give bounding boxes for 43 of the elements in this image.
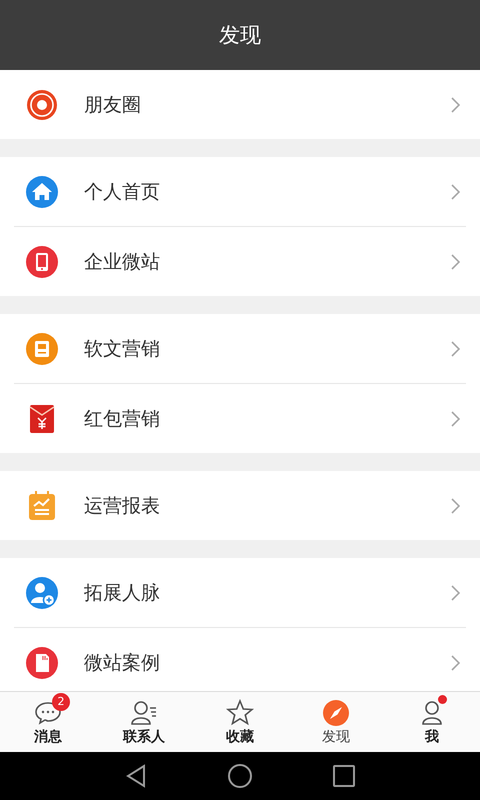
chevron-right-icon <box>451 340 460 356</box>
memory-card-icon <box>26 646 58 678</box>
chevron-right-icon <box>451 254 460 270</box>
screen-title: 发现 <box>219 22 261 49</box>
contacts-icon <box>130 698 158 726</box>
chevron-right-icon <box>451 184 460 200</box>
chevron-right-icon <box>451 584 460 600</box>
chart-calendar-icon <box>26 490 58 522</box>
tab[interactable]: 我 <box>384 692 480 752</box>
menu-row[interactable]: 运营报表 <box>0 471 480 540</box>
star-icon <box>226 698 254 726</box>
tablet-icon <box>26 246 58 278</box>
menu-row[interactable]: 企业微站 <box>14 226 466 296</box>
back-icon[interactable] <box>125 764 147 788</box>
tab[interactable]: 2 消息 <box>0 692 96 752</box>
menu-label: 企业微站 <box>84 250 161 274</box>
document-icon <box>26 332 58 364</box>
chevron-right-icon <box>451 96 460 112</box>
menu-label: 个人首页 <box>84 180 161 204</box>
menu-label: 红包营销 <box>84 406 161 432</box>
chevron-right-icon <box>451 498 460 514</box>
unread-badge: 2 <box>52 692 70 710</box>
menu-label: 微站案例 <box>84 650 161 676</box>
menu-row[interactable]: 拓展人脉 <box>0 558 480 627</box>
tab[interactable]: 联系人 <box>96 692 192 752</box>
house-icon <box>26 176 58 208</box>
menu-row[interactable]: 个人首页 <box>0 157 480 226</box>
menu-label: 朋友圈 <box>84 92 142 118</box>
tab[interactable]: 收藏 <box>192 692 288 752</box>
menu-row[interactable]: 软文营销 <box>0 314 480 383</box>
compass-icon <box>322 698 350 726</box>
menu-row[interactable]: 朋友圈 <box>0 70 480 139</box>
chevron-right-icon <box>451 654 460 670</box>
menu-label: 软文营销 <box>84 336 161 362</box>
chevron-right-icon <box>451 410 460 426</box>
add-person-icon <box>26 576 58 608</box>
circle-logo-icon <box>26 88 58 120</box>
menu-row[interactable]: 红包营销 <box>14 383 466 453</box>
recents-icon[interactable] <box>333 765 355 787</box>
menu-label: 运营报表 <box>84 494 161 518</box>
menu-label: 拓展人脉 <box>84 580 161 606</box>
tab[interactable]: 发现 <box>288 692 384 752</box>
home-icon[interactable] <box>227 763 253 789</box>
